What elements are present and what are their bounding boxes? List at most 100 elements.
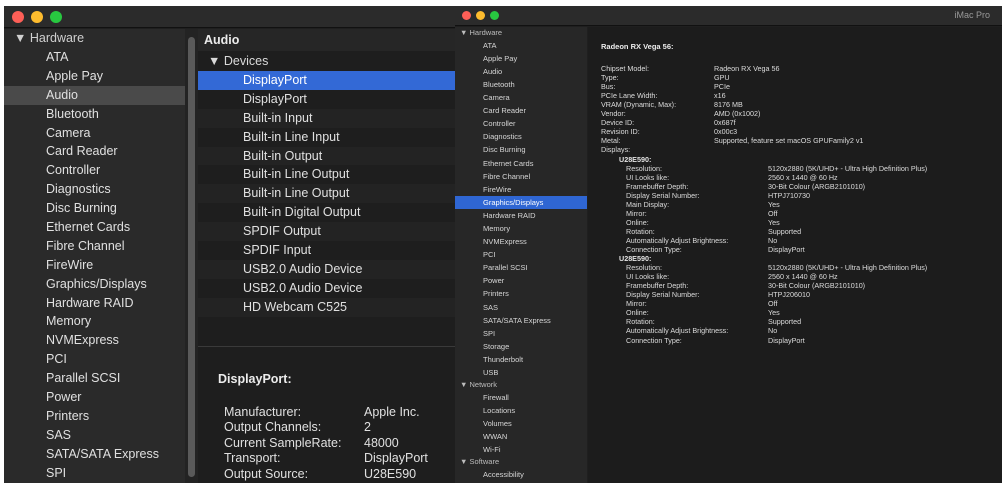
sidebar-item-pci[interactable]: PCI — [455, 248, 587, 261]
display-property-key: Framebuffer Depth: — [626, 181, 689, 191]
sidebar-item-graphics-displays[interactable]: Graphics/Displays — [455, 195, 587, 209]
device-row[interactable]: HD Webcam C525 — [198, 297, 457, 317]
device-row[interactable]: USB2.0 Audio Device — [198, 279, 457, 298]
sidebar-item-audio[interactable]: Audio — [455, 65, 587, 78]
sidebar-item-card-reader[interactable]: Card Reader — [4, 142, 185, 161]
sidebar-item-parallel-scsi[interactable]: Parallel SCSI — [455, 261, 587, 274]
sidebar-item-locations[interactable]: Locations — [455, 404, 587, 417]
sidebar-item-printers[interactable]: Printers — [4, 407, 185, 426]
detail-value: Apple Inc. — [364, 405, 420, 419]
sidebar-item-firewire[interactable]: FireWire — [4, 256, 185, 275]
sidebar-group-network[interactable]: ▼ Network — [455, 379, 587, 391]
zoom-button[interactable] — [50, 11, 62, 23]
sidebar-item-hardware-raid[interactable]: Hardware RAID — [455, 209, 587, 222]
device-row[interactable]: DisplayPort — [198, 90, 457, 109]
disclosure-triangle-icon[interactable]: ▼ — [460, 28, 470, 37]
display-property-value: No — [768, 326, 778, 336]
minimize-button[interactable] — [476, 11, 485, 20]
sidebar-item-disc-burning[interactable]: Disc Burning — [455, 143, 587, 156]
sidebar-item-card-reader[interactable]: Card Reader — [455, 104, 587, 117]
sidebar-item-hardware-raid[interactable]: Hardware RAID — [4, 294, 185, 313]
sidebar-item-firewire[interactable]: FireWire — [455, 183, 587, 196]
device-row[interactable]: DisplayPort — [198, 71, 457, 90]
sidebar-group-hardware[interactable]: ▼ Hardware — [4, 29, 185, 48]
sidebar-item-disc-burning[interactable]: Disc Burning — [4, 199, 185, 218]
sidebar-item-ata[interactable]: ATA — [455, 39, 587, 52]
sidebar-item-controller[interactable]: Controller — [455, 117, 587, 130]
sidebar-item-fibre-channel[interactable]: Fibre Channel — [4, 237, 185, 256]
sidebar-item-sas[interactable]: SAS — [455, 301, 587, 314]
sidebar-item-sata-sata-express[interactable]: SATA/SATA Express — [455, 314, 587, 327]
title-bar[interactable] — [4, 6, 457, 28]
sidebar-item-memory[interactable]: Memory — [4, 312, 185, 331]
sidebar-item-pci[interactable]: PCI — [4, 350, 185, 369]
device-row[interactable]: Built-in Input — [198, 108, 457, 128]
sidebar-item-spi[interactable]: SPI — [455, 327, 587, 340]
disclosure-triangle-icon[interactable]: ▼ — [460, 380, 470, 389]
sidebar-item-diagnostics[interactable]: Diagnostics — [4, 180, 185, 199]
sidebar-item-power[interactable]: Power — [4, 388, 185, 407]
sidebar-item-apple-pay[interactable]: Apple Pay — [4, 67, 185, 86]
sidebar-scrollbar[interactable] — [185, 29, 198, 483]
detail-table: Manufacturer: Apple Inc. Output Channels: 2… — [224, 405, 428, 482]
device-row[interactable]: Built-in Output — [198, 146, 457, 166]
sidebar-item-spi[interactable]: SPI — [4, 464, 185, 483]
sidebar-item-bluetooth[interactable]: Bluetooth — [4, 105, 185, 124]
sidebar-item-volumes[interactable]: Volumes — [455, 417, 587, 430]
close-button[interactable] — [12, 11, 24, 23]
gpu-property-value: x16 — [714, 91, 726, 101]
title-bar[interactable]: iMac Pro — [455, 6, 1002, 26]
device-row[interactable]: Built-in Line Output — [198, 184, 457, 204]
sidebar-group-software[interactable]: ▼ Software — [455, 456, 587, 468]
display-property-key: Connection Type: — [626, 245, 682, 254]
disclosure-triangle-icon[interactable]: ▼ — [460, 457, 470, 466]
device-row[interactable]: SPDIF Input — [198, 241, 457, 260]
sidebar-item-usb[interactable]: USB — [455, 366, 587, 379]
minimize-button[interactable] — [31, 11, 43, 23]
section-title: Audio — [198, 29, 457, 51]
device-row[interactable]: Built-in Digital Output — [198, 203, 457, 222]
sidebar-item-audio[interactable]: Audio — [4, 85, 185, 105]
sidebar-item-sas[interactable]: SAS — [4, 426, 185, 445]
sidebar-item-ethernet-cards[interactable]: Ethernet Cards — [455, 157, 587, 170]
display-property-value: 30-Bit Colour (ARGB2101010) — [768, 281, 866, 291]
detail-value: U28E590 — [364, 466, 417, 481]
sidebar-item-nvmexpress[interactable]: NVMExpress — [4, 331, 185, 350]
sidebar-item-camera[interactable]: Camera — [455, 91, 587, 104]
zoom-button[interactable] — [490, 11, 499, 20]
device-row[interactable]: Built-in Line Output — [198, 165, 457, 184]
sidebar-group-hardware[interactable]: ▼ Hardware — [455, 27, 587, 39]
sidebar-item-controller[interactable]: Controller — [4, 161, 185, 180]
sidebar-item-storage[interactable]: Storage — [455, 340, 587, 353]
sidebar: ▼ Hardware ATA Apple Pay Audio Bluetooth Cam… — [4, 29, 185, 483]
sidebar-item-wi-fi[interactable]: Wi-Fi — [455, 443, 587, 456]
disclosure-triangle-icon[interactable]: ▼ — [14, 31, 26, 45]
device-row[interactable]: Built-in Line Input — [198, 128, 457, 147]
sidebar-item-fibre-channel[interactable]: Fibre Channel — [455, 170, 587, 183]
sidebar-item-accessibility[interactable]: Accessibility — [455, 468, 587, 481]
sidebar-item-bluetooth[interactable]: Bluetooth — [455, 78, 587, 91]
sidebar-item-parallel-scsi[interactable]: Parallel SCSI — [4, 369, 185, 388]
device-row[interactable]: SPDIF Output — [198, 222, 457, 242]
sidebar-item-diagnostics[interactable]: Diagnostics — [455, 130, 587, 143]
sidebar-item-printers[interactable]: Printers — [455, 287, 587, 300]
sidebar-item-nvmexpress[interactable]: NVMExpress — [455, 235, 587, 248]
disclosure-triangle-icon[interactable]: ▼ — [208, 54, 220, 68]
sidebar-item-ata[interactable]: ATA — [4, 48, 185, 67]
sidebar-item-ethernet-cards[interactable]: Ethernet Cards — [4, 218, 185, 237]
sidebar-item-sata-sata-express[interactable]: SATA/SATA Express — [4, 445, 185, 464]
sidebar-item-thunderbolt[interactable]: Thunderbolt — [455, 353, 587, 366]
close-button[interactable] — [462, 11, 471, 20]
scrollbar-thumb[interactable] — [188, 37, 195, 477]
sidebar-item-power[interactable]: Power — [455, 274, 587, 287]
sidebar-item-memory[interactable]: Memory — [455, 222, 587, 235]
sidebar-item-apple-pay[interactable]: Apple Pay — [455, 52, 587, 65]
sidebar-item-wwan[interactable]: WWAN — [455, 430, 587, 443]
devices-group-header[interactable]: ▼ Devices — [198, 51, 457, 71]
window-controls — [462, 11, 499, 20]
sidebar-item-graphics-displays[interactable]: Graphics/Displays — [4, 275, 185, 294]
sidebar-item-firewall[interactable]: Firewall — [455, 391, 587, 404]
device-row[interactable]: USB2.0 Audio Device — [198, 259, 457, 279]
gpu-property-value: Radeon RX Vega 56 — [714, 64, 780, 73]
sidebar-item-camera[interactable]: Camera — [4, 124, 185, 143]
